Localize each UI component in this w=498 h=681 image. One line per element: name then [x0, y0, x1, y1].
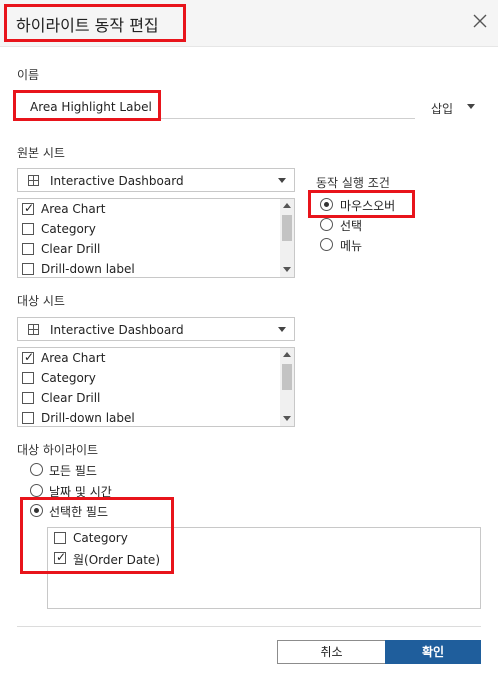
chevron-down-icon: [278, 178, 286, 183]
run-option-menu[interactable]: 메뉴: [320, 236, 420, 254]
list-item-label: Drill-down label: [41, 411, 135, 425]
checkbox[interactable]: [22, 263, 34, 275]
source-sheets-dropdown[interactable]: Interactive Dashboard: [17, 168, 295, 192]
radio-button[interactable]: [30, 484, 43, 497]
ok-button[interactable]: 확인: [385, 640, 481, 664]
dashboard-grid-icon: [28, 324, 39, 335]
source-sheets-list[interactable]: ✓ Area Chart Category Clear Drill Drill-…: [17, 198, 295, 278]
scroll-up-icon[interactable]: [283, 203, 291, 208]
target-sheets-dropdown[interactable]: Interactive Dashboard: [17, 317, 295, 341]
dashboard-grid-icon: [28, 175, 39, 186]
checkbox[interactable]: ✓: [22, 350, 35, 364]
target-sheets-dropdown-value: Interactive Dashboard: [50, 323, 184, 337]
scroll-down-icon[interactable]: [283, 267, 291, 272]
selected-fields-highlight-box: [20, 497, 174, 574]
highlight-option-all-fields[interactable]: 모든 필드: [30, 461, 150, 479]
scrollbar[interactable]: [280, 348, 294, 426]
source-sheets-label: 원본 시트: [17, 146, 65, 160]
title-highlight-box: [4, 4, 186, 42]
checkbox[interactable]: [22, 372, 34, 384]
target-highlight-label: 대상 하이라이트: [17, 443, 99, 457]
check-icon: ✓: [24, 201, 35, 215]
check-icon: ✓: [24, 350, 35, 364]
chevron-down-icon: [278, 327, 286, 332]
radio-button[interactable]: [320, 218, 333, 231]
checkbox[interactable]: [22, 392, 34, 404]
radio-label: 메뉴: [340, 239, 363, 253]
list-item-label: Area Chart: [41, 351, 106, 365]
radio-button[interactable]: [30, 463, 43, 476]
run-action-label: 동작 실행 조건: [316, 176, 390, 190]
checkbox[interactable]: ✓: [22, 201, 35, 215]
checkbox[interactable]: [22, 223, 34, 235]
scrollbar-thumb[interactable]: [282, 215, 292, 241]
list-item-label: Area Chart: [41, 202, 106, 216]
radio-button[interactable]: [320, 238, 333, 251]
close-icon[interactable]: [470, 11, 490, 31]
radio-label: 선택: [340, 219, 363, 233]
name-highlight-box: [13, 90, 161, 121]
list-item-label: Drill-down label: [41, 262, 135, 276]
list-item-label: Clear Drill: [41, 391, 101, 405]
list-item-label: Category: [41, 371, 96, 385]
hover-option-highlight-box: [308, 190, 415, 218]
cancel-button[interactable]: 취소: [277, 640, 386, 664]
target-sheets-list[interactable]: ✓ Area Chart Category Clear Drill Drill-…: [17, 347, 295, 427]
source-sheets-dropdown-value: Interactive Dashboard: [50, 174, 184, 188]
insert-button[interactable]: 삽입: [431, 100, 453, 117]
checkbox[interactable]: [22, 243, 34, 255]
list-item-label: Clear Drill: [41, 242, 101, 256]
radio-label: 모든 필드: [49, 464, 97, 478]
scrollbar[interactable]: [280, 199, 294, 277]
checkbox[interactable]: [22, 412, 34, 424]
name-label: 이름: [17, 68, 40, 82]
run-option-select[interactable]: 선택: [320, 216, 420, 234]
scrollbar-thumb[interactable]: [282, 364, 292, 390]
scroll-up-icon[interactable]: [283, 352, 291, 357]
footer-divider: [17, 626, 481, 627]
insert-dropdown-arrow-icon[interactable]: [467, 104, 475, 109]
list-item-label: Category: [41, 222, 96, 236]
target-sheets-label: 대상 시트: [17, 294, 65, 308]
scroll-down-icon[interactable]: [283, 416, 291, 421]
